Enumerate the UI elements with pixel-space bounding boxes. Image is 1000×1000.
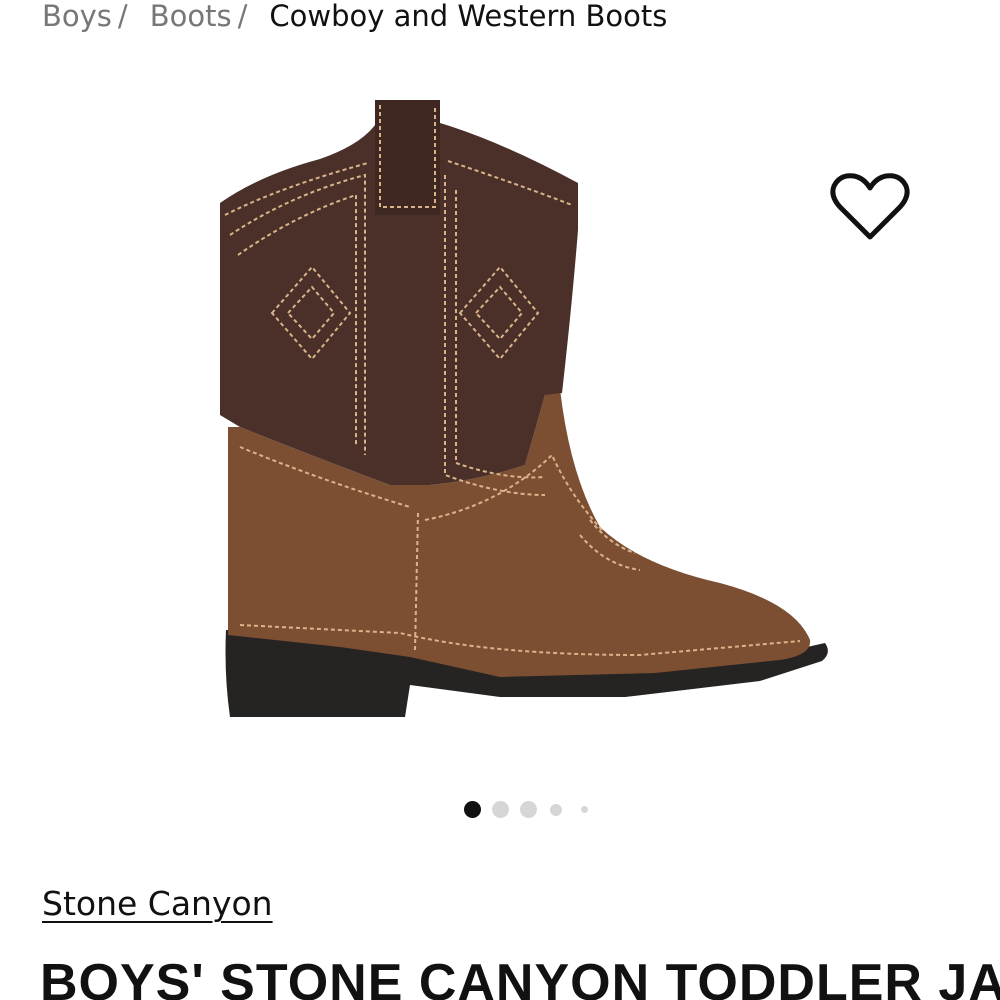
product-title: BOYS' STONE CANYON TODDLER JARED [40,954,1000,1000]
product-page: Boys / Boots / Cowboy and Western Boots [0,0,1000,1000]
carousel-dot-4[interactable] [550,804,562,816]
boot-pull-tab [375,100,440,215]
breadcrumb-separator: / [117,0,128,33]
product-image[interactable] [200,75,840,725]
favorite-button[interactable] [830,172,910,244]
carousel-dot-2[interactable] [492,801,509,818]
carousel-dot-1[interactable] [464,801,481,818]
brand-link[interactable]: Stone Canyon [42,884,273,923]
carousel-dot-5[interactable] [581,806,588,813]
image-carousel-indicator [0,795,1000,825]
breadcrumb-link-boys[interactable]: Boys [42,0,112,33]
carousel-dot-3[interactable] [520,801,537,818]
breadcrumb: Boys / Boots / Cowboy and Western Boots [42,0,667,38]
breadcrumb-current: Cowboy and Western Boots [269,0,668,33]
product-image-gallery[interactable] [0,60,1000,760]
heart-outline-icon [830,173,910,240]
breadcrumb-link-boots[interactable]: Boots [150,0,232,33]
breadcrumb-separator: / [237,0,248,33]
